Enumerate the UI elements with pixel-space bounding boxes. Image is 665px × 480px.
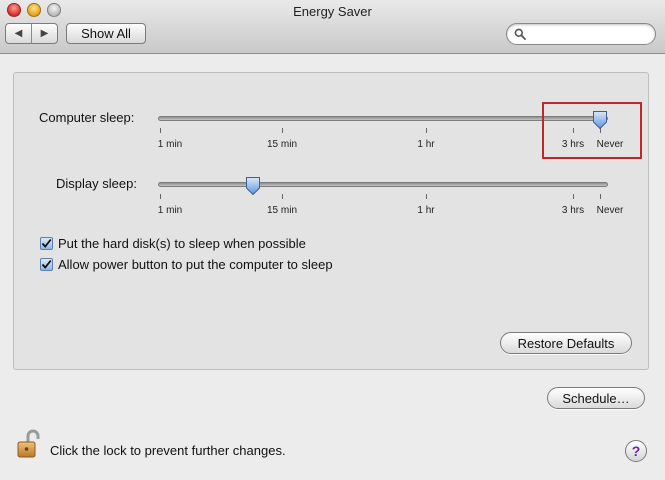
forward-button[interactable]: ▶ bbox=[31, 24, 57, 43]
display-sleep-slider-track[interactable] bbox=[158, 182, 608, 187]
lock-icon[interactable] bbox=[15, 428, 43, 460]
restore-defaults-button[interactable]: Restore Defaults bbox=[500, 332, 632, 354]
computer-sleep-tick-label: 15 min bbox=[266, 139, 298, 150]
show-all-button[interactable]: Show All bbox=[66, 23, 146, 44]
computer-sleep-tick-label: 1 min bbox=[157, 139, 183, 150]
help-icon: ? bbox=[631, 443, 641, 459]
title-bar: Energy Saver ◀ ▶ Show All bbox=[0, 0, 665, 54]
tick-mark bbox=[426, 194, 427, 199]
selection-highlight-box bbox=[542, 102, 642, 159]
display-sleep-tick-label: 3 hrs bbox=[561, 205, 585, 216]
tick-mark bbox=[426, 128, 427, 133]
help-button[interactable]: ? bbox=[625, 440, 647, 462]
power-button-sleep-checkbox[interactable] bbox=[40, 258, 53, 271]
checkmark-icon bbox=[41, 259, 52, 269]
back-forward-control: ◀ ▶ bbox=[5, 23, 58, 44]
computer-sleep-label: Computer sleep: bbox=[39, 110, 135, 125]
checkmark-icon bbox=[41, 238, 52, 248]
tick-mark bbox=[282, 194, 283, 199]
display-sleep-tick-label: 1 min bbox=[157, 205, 183, 216]
tick-mark bbox=[573, 194, 574, 199]
power-button-sleep-label[interactable]: Allow power button to put the computer t… bbox=[58, 257, 333, 272]
energy-saver-window: Energy Saver ◀ ▶ Show All Computer sleep… bbox=[0, 0, 665, 480]
tick-mark bbox=[282, 128, 283, 133]
search-field[interactable] bbox=[506, 23, 656, 45]
tick-mark bbox=[160, 194, 161, 199]
lock-status-text: Click the lock to prevent further change… bbox=[50, 443, 286, 458]
hard-disk-sleep-label[interactable]: Put the hard disk(s) to sleep when possi… bbox=[58, 236, 306, 251]
search-icon bbox=[514, 28, 526, 40]
chevron-left-icon: ◀ bbox=[14, 28, 23, 39]
tick-mark bbox=[160, 128, 161, 133]
display-sleep-tick-label: Never bbox=[596, 205, 624, 216]
chevron-right-icon: ▶ bbox=[40, 28, 49, 39]
hard-disk-sleep-checkbox[interactable] bbox=[40, 237, 53, 250]
display-sleep-tick-label: 15 min bbox=[266, 205, 298, 216]
window-title: Energy Saver bbox=[293, 4, 372, 19]
schedule-button[interactable]: Schedule… bbox=[547, 387, 645, 409]
display-sleep-slider-thumb[interactable] bbox=[245, 176, 261, 196]
display-sleep-label: Display sleep: bbox=[56, 176, 137, 191]
computer-sleep-tick-label: 1 hr bbox=[417, 139, 435, 150]
computer-sleep-slider-track[interactable] bbox=[158, 116, 608, 121]
display-sleep-tick-label: 1 hr bbox=[417, 205, 435, 216]
search-input[interactable] bbox=[529, 26, 649, 42]
tick-mark bbox=[600, 194, 601, 199]
back-button[interactable]: ◀ bbox=[6, 24, 31, 43]
